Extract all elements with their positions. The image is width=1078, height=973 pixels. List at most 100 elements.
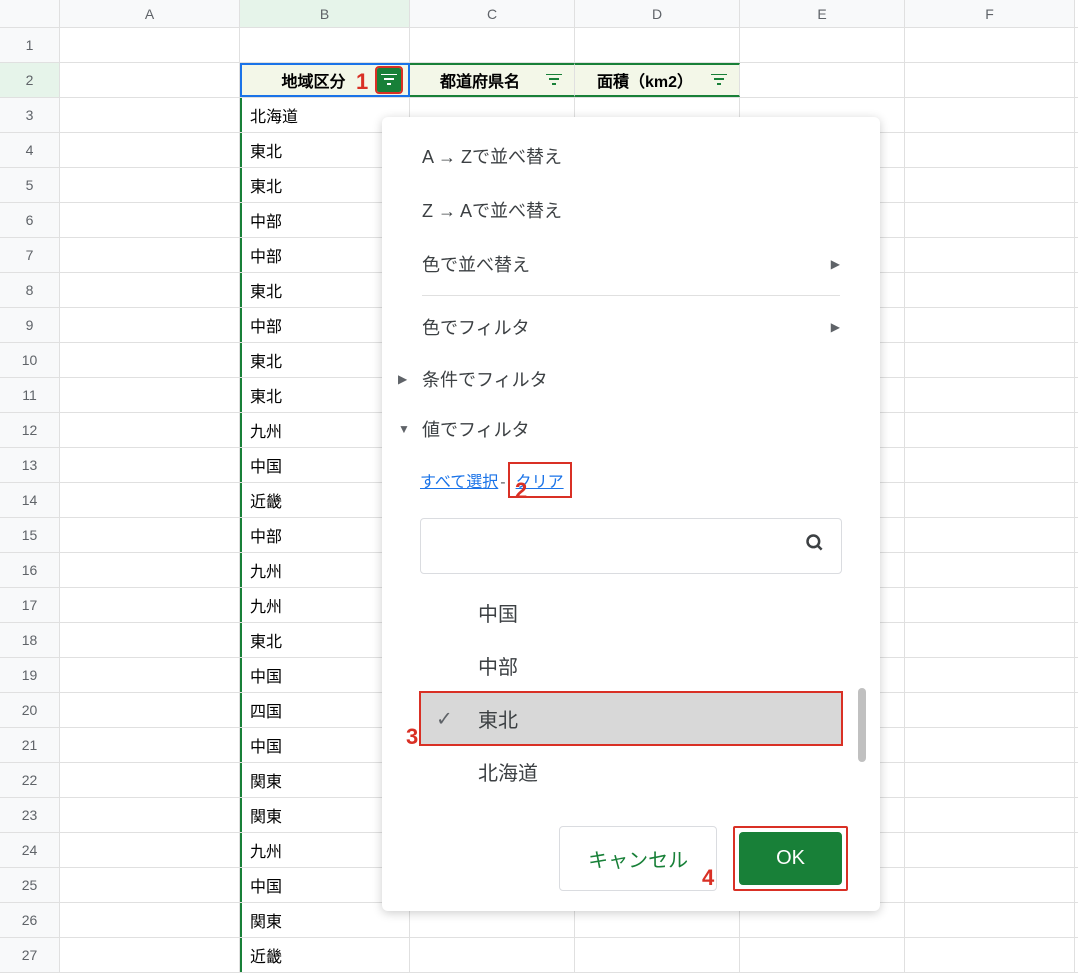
cell[interactable] [60,308,240,342]
row-header[interactable]: 15 [0,518,60,552]
cell[interactable] [60,413,240,447]
cell[interactable] [60,343,240,377]
header-cell-region[interactable]: 地域区分 [240,63,410,97]
row-header[interactable]: 26 [0,903,60,937]
cell[interactable] [905,728,1075,762]
cell[interactable] [905,483,1075,517]
cell[interactable] [60,868,240,902]
cell[interactable] [905,868,1075,902]
cell[interactable] [60,623,240,657]
cell[interactable] [905,798,1075,832]
cell[interactable] [60,63,240,97]
filter-icon[interactable] [377,68,401,92]
cancel-button[interactable]: キャンセル [559,826,717,891]
col-header-B[interactable]: B [240,0,410,27]
cell[interactable] [740,28,905,62]
row-header[interactable]: 7 [0,238,60,272]
filter-value-option-selected[interactable]: ✓ 東北 [420,692,842,745]
cell[interactable] [905,833,1075,867]
corner-cell[interactable] [0,0,60,27]
cell[interactable] [60,273,240,307]
row-header[interactable]: 4 [0,133,60,167]
cell[interactable] [60,378,240,412]
cell[interactable] [905,518,1075,552]
cell[interactable] [740,938,905,972]
cell[interactable] [905,343,1075,377]
filter-by-color[interactable]: 色でフィルタ▶ [382,300,880,354]
cell[interactable] [60,133,240,167]
col-header-C[interactable]: C [410,0,575,27]
cell[interactable] [905,308,1075,342]
filter-by-value[interactable]: ▼ 値でフィルタ [382,404,880,454]
row-header[interactable]: 25 [0,868,60,902]
cell[interactable] [905,203,1075,237]
cell[interactable] [905,238,1075,272]
cell[interactable] [410,938,575,972]
row-header[interactable]: 24 [0,833,60,867]
col-header-F[interactable]: F [905,0,1075,27]
row-header[interactable]: 18 [0,623,60,657]
cell[interactable] [905,588,1075,622]
cell[interactable] [60,98,240,132]
cell[interactable] [905,168,1075,202]
cell[interactable] [60,833,240,867]
cell[interactable] [905,413,1075,447]
scrollbar-thumb[interactable] [858,688,866,762]
cell[interactable] [60,483,240,517]
row-header[interactable]: 22 [0,763,60,797]
row-header[interactable]: 23 [0,798,60,832]
cell[interactable] [410,28,575,62]
header-cell-prefecture[interactable]: 都道府県名 [410,63,575,97]
row-header[interactable]: 21 [0,728,60,762]
cell[interactable] [60,938,240,972]
cell[interactable] [905,763,1075,797]
cell[interactable] [905,903,1075,937]
cell[interactable] [905,133,1075,167]
row-header[interactable]: 9 [0,308,60,342]
header-cell-area[interactable]: 面積（km2） [575,63,740,97]
row-header[interactable]: 20 [0,693,60,727]
row-header[interactable]: 5 [0,168,60,202]
cell[interactable] [905,553,1075,587]
ok-button[interactable]: OK [739,832,842,885]
row-header[interactable]: 12 [0,413,60,447]
row-header[interactable]: 10 [0,343,60,377]
cell[interactable] [905,28,1075,62]
cell[interactable] [905,378,1075,412]
filter-search-box[interactable] [420,518,842,574]
filter-search-input[interactable] [437,536,805,557]
filter-icon[interactable] [542,68,566,92]
row-header[interactable]: 3 [0,98,60,132]
filter-by-condition[interactable]: ▶ 条件でフィルタ [382,354,880,404]
row-header[interactable]: 2 [0,63,60,97]
row-header[interactable]: 16 [0,553,60,587]
cell[interactable] [905,448,1075,482]
row-header[interactable]: 8 [0,273,60,307]
row-header[interactable]: 1 [0,28,60,62]
cell[interactable] [575,28,740,62]
cell[interactable] [905,273,1075,307]
row-header[interactable]: 19 [0,658,60,692]
cell-region[interactable] [240,28,410,62]
row-header[interactable]: 14 [0,483,60,517]
cell[interactable] [60,238,240,272]
cell[interactable] [905,98,1075,132]
filter-value-option[interactable]: 北海道 [420,745,842,798]
select-all-link[interactable]: すべて選択 [420,474,498,491]
row-header[interactable]: 27 [0,938,60,972]
col-header-D[interactable]: D [575,0,740,27]
cell[interactable] [60,798,240,832]
row-header[interactable]: 13 [0,448,60,482]
filter-value-option[interactable]: 中国 [420,586,842,639]
cell[interactable] [60,28,240,62]
cell[interactable] [740,63,905,97]
cell[interactable] [575,938,740,972]
filter-icon[interactable] [707,68,731,92]
cell[interactable] [60,588,240,622]
cell[interactable] [60,728,240,762]
row-header[interactable]: 17 [0,588,60,622]
cell[interactable] [905,938,1075,972]
col-header-A[interactable]: A [60,0,240,27]
cell[interactable] [905,658,1075,692]
sort-by-color[interactable]: 色で並べ替え▶ [382,237,880,291]
